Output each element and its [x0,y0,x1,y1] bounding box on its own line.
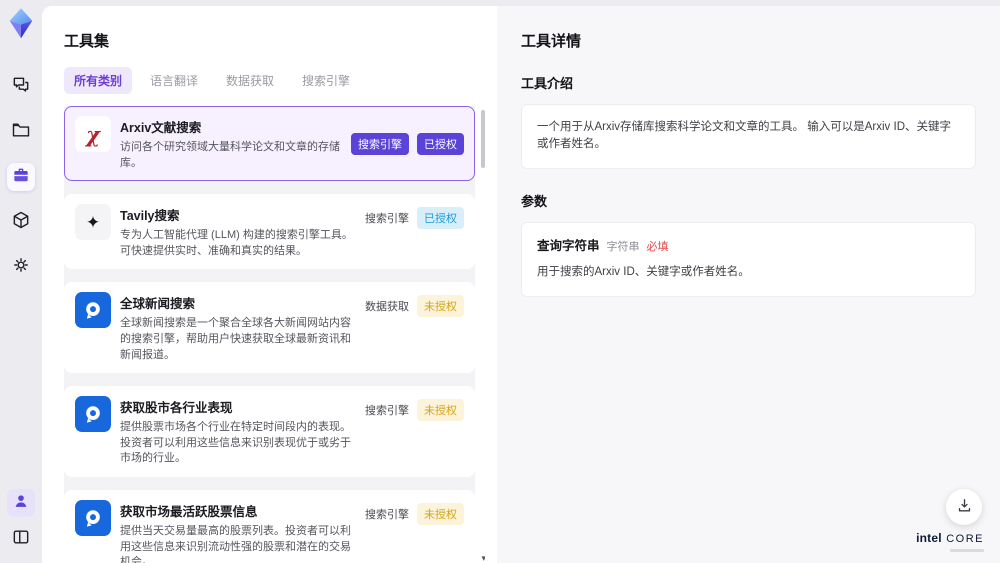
detail-title: 工具详情 [521,33,582,50]
page-title: 工具集 [64,33,110,50]
param-type: 字符串 [606,240,640,253]
tool-title: Tavily搜索 [120,209,180,224]
download-icon [956,497,973,517]
tool-list-item[interactable]: 全球新闻搜索 全球新闻搜索是一个聚合全球各大新闻网站内容的搜索引擎，帮助用户快速… [64,282,475,374]
intro-box: 一个用于从Arxiv存储库搜索科学论文和文章的工具。 输入可以是Arxiv ID… [521,104,976,169]
tool-list-panel: 工具集 所有类别 语言翻译 数据获取 搜索引擎 χ Arxiv文献搜索 访问各个研究领… [42,6,497,563]
tool-auth-badge: 已授权 [417,207,464,230]
category-tab[interactable]: 语言翻译 [140,67,208,94]
param-box: 查询字符串 字符串 必填 用于搜索的Arxiv ID、关键字或作者姓名。 [521,221,976,297]
tool-list-stack: χ Arxiv文献搜索 访问各个研究领域大量科学论文和文章的存储库。 搜索引擎 … [64,106,475,563]
intel-core-sub-badge [950,549,984,552]
tool-title: Arxiv文献搜索 [120,121,202,135]
tool-category-badge: 搜索引擎 [365,405,409,418]
folder-icon [11,120,31,145]
tool-category-badge: 搜索引擎 [351,132,409,155]
intro-text: 一个用于从Arxiv存储库搜索科学论文和文章的工具。 输入可以是Arxiv ID… [537,121,951,151]
tool-title: 获取市场最活跃股票信息 [120,505,258,520]
app-logo [6,7,36,39]
tool-list-item[interactable]: 获取市场最活跃股票信息 提供当天交易量最高的股票列表。投资者可以利用这些信息来识… [64,490,475,563]
category-tab[interactable]: 数据获取 [216,67,284,94]
gear-icon [11,255,31,280]
chat-icon [11,75,31,100]
tool-description: 访问各个研究领域大量科学论文和文章的存储库。 [120,141,340,169]
tool-title: 全球新闻搜索 [120,297,196,312]
sparkle-icon: ✦ [75,204,111,241]
cube-icon [11,210,31,235]
tianapi-logo [75,292,111,329]
sidebar-item-tools[interactable] [7,163,35,191]
brand-secondary: core [946,533,984,545]
tianapi-logo [75,500,111,537]
tool-description: 提供当天交易量最高的股票列表。投资者可以利用这些信息来识别流动性强的股票和潜在的… [120,525,351,563]
tool-auth-badge: 未授权 [417,295,464,318]
tool-auth-badge: 已授权 [417,132,464,155]
tool-list-item[interactable]: ✦ Tavily搜索 专为人工智能代理 (LLM) 构建的搜索引擎工具。可快速提… [64,194,475,270]
download-button[interactable] [946,489,982,525]
param-name: 查询字符串 [537,238,600,253]
tool-title: 获取股市各行业表现 [120,401,233,416]
category-tab[interactable]: 搜索引擎 [292,67,360,94]
app-sidebar [0,0,42,563]
main-content: 工具集 所有类别 语言翻译 数据获取 搜索引擎 χ Arxiv文献搜索 访问各个研究领… [42,6,1000,563]
scroll-down-icon[interactable]: ▾ [481,554,485,563]
category-tabs: 所有类别 语言翻译 数据获取 搜索引擎 [64,67,485,94]
side-panel-icon [11,527,31,552]
tool-list-item[interactable]: χ Arxiv文献搜索 访问各个研究领域大量科学论文和文章的存储库。 搜索引擎 … [64,106,475,182]
tool-description: 专为人工智能代理 (LLM) 构建的搜索引擎工具。可快速提供实时、准确和真实的结… [120,229,353,257]
sidebar-item-settings[interactable] [7,253,35,281]
tool-description: 全球新闻搜索是一个聚合全球各大新闻网站内容的搜索引擎，帮助用户快速获取全球最新资… [120,317,351,361]
tool-category-badge: 搜索引擎 [365,509,409,522]
tianapi-logo [75,396,111,433]
scrollbar-thumb[interactable] [481,110,485,168]
user-avatar-icon [11,491,31,516]
category-tab[interactable]: 所有类别 [64,67,133,94]
params-heading: 参数 [521,193,548,209]
tool-auth-badge: 未授权 [417,503,464,526]
tool-category-badge: 数据获取 [365,301,409,314]
sidebar-item-chat[interactable] [7,73,35,101]
tool-category-badge: 搜索引擎 [365,213,409,226]
intel-core-logo: intel core [916,529,984,552]
sidebar-item-collapse[interactable] [7,525,35,553]
sidebar-item-packages[interactable] [7,208,35,236]
toolbox-icon [11,165,31,190]
tool-detail-panel: 工具详情 工具介绍 一个用于从Arxiv存储库搜索科学论文和文章的工具。 输入可… [497,6,1000,563]
sidebar-item-files[interactable] [7,118,35,146]
param-description: 用于搜索的Arxiv ID、关键字或作者姓名。 [537,266,750,279]
arxiv-logo: χ [75,116,111,152]
tool-list: χ Arxiv文献搜索 访问各个研究领域大量科学论文和文章的存储库。 搜索引擎 … [64,106,485,563]
intro-heading: 工具介绍 [521,76,574,91]
list-scrollbar[interactable] [481,108,485,549]
tool-list-item[interactable]: 获取股市各行业表现 提供股票市场各个行业在特定时间段内的表现。投资者可以利用这些… [64,386,475,478]
tool-description: 提供股票市场各个行业在特定时间段内的表现。投资者可以利用这些信息来识别表现优于或… [120,421,351,465]
brand-primary: intel [916,531,942,545]
sidebar-item-account[interactable] [7,489,35,517]
tool-auth-badge: 未授权 [417,399,464,422]
param-required-badge: 必填 [646,240,669,253]
